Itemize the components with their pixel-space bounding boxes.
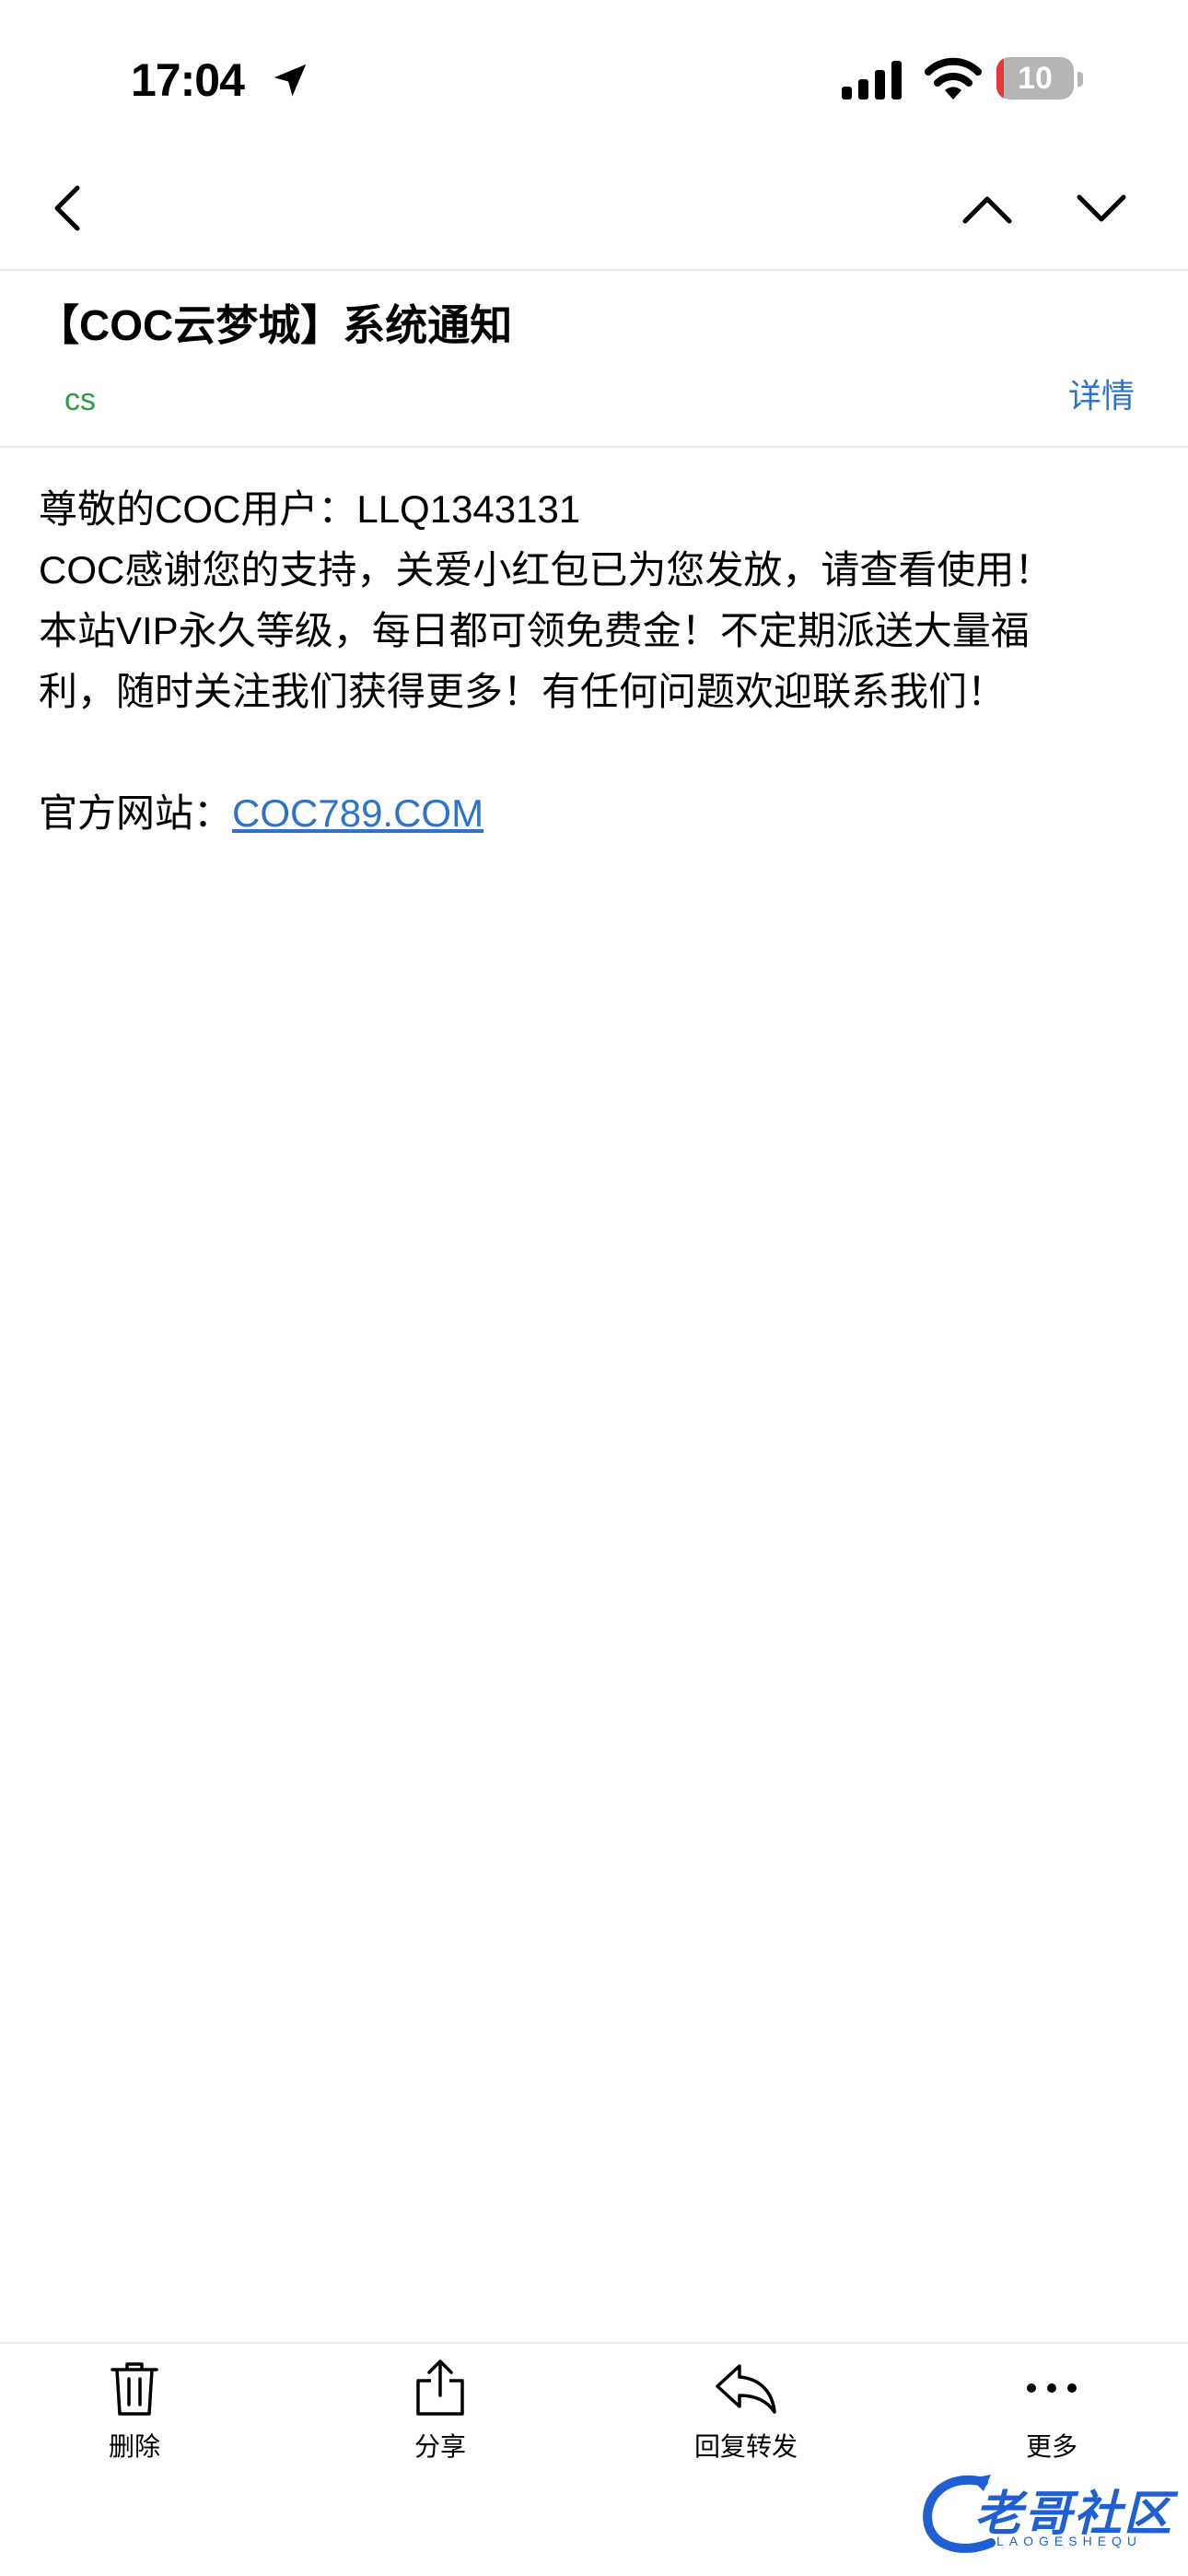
share-label: 分享 xyxy=(413,2432,466,2461)
official-site-label: 官方网站： xyxy=(39,791,233,835)
status-time: 17:04 xyxy=(131,54,245,106)
ellipsis-icon xyxy=(1027,2383,1077,2393)
cellular-signal-icon xyxy=(842,61,902,100)
delete-label: 删除 xyxy=(108,2432,160,2461)
battery-indicator: 10 xyxy=(996,57,1085,101)
header-divider xyxy=(0,446,1188,448)
back-chevron-left-icon[interactable] xyxy=(41,181,96,236)
toolbar-divider xyxy=(0,2342,1188,2344)
share-button[interactable]: 分享 xyxy=(348,2359,532,2465)
body-line: COC感谢您的支持，关爱小红包已为您发放，请查看使用！ xyxy=(39,548,1054,591)
official-site-link[interactable]: COC789.COM xyxy=(232,791,483,835)
reply-forward-label: 回复转发 xyxy=(693,2432,798,2461)
battery-level: 10 xyxy=(1018,61,1053,96)
trash-icon xyxy=(111,2362,158,2416)
official-site-line: 官方网站：COC789.COM xyxy=(39,783,483,844)
wifi-icon xyxy=(925,57,982,100)
email-body: 尊敬的COC用户：LLQ1343131 COC感谢您的支持，关爱小红包已为您发放… xyxy=(39,479,1144,722)
delete-button[interactable]: 删除 xyxy=(42,2359,227,2465)
share-icon xyxy=(416,2359,464,2416)
email-sender[interactable]: cs xyxy=(64,378,96,422)
reply-forward-button[interactable]: 回复转发 xyxy=(654,2359,838,2465)
body-line: 本站VIP永久等级，每日都可领免费金！不定期派送大量福 xyxy=(39,609,1030,652)
watermark-logo: 老哥社区 LAOGESHEQU xyxy=(919,2469,1177,2561)
next-chevron-down-icon[interactable] xyxy=(1072,181,1131,236)
more-label: 更多 xyxy=(1025,2432,1077,2461)
reply-icon xyxy=(716,2364,776,2414)
body-line: 尊敬的COC用户：LLQ1343131 xyxy=(39,487,581,531)
body-line: 利，随时关注我们获得更多！有任何问题欢迎联系我们！ xyxy=(39,670,1007,713)
watermark-subtext: LAOGESHEQU xyxy=(996,2534,1143,2548)
email-subject: 【COC云梦城】系统通知 xyxy=(37,301,513,349)
previous-chevron-up-icon[interactable] xyxy=(958,181,1017,236)
details-link[interactable]: 详情 xyxy=(1068,372,1135,420)
more-button[interactable]: 更多 xyxy=(960,2359,1144,2465)
nav-divider xyxy=(0,269,1188,271)
location-arrow-icon xyxy=(274,64,307,97)
